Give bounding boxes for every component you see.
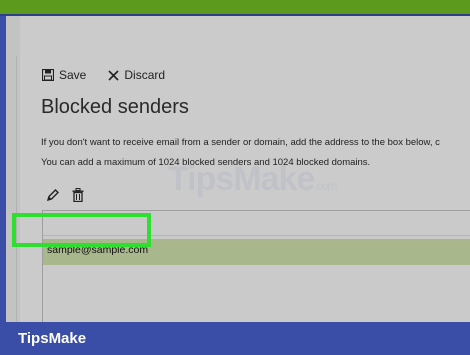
save-label: Save [59,68,87,82]
watermark-logo: TipsMake.com [168,160,337,199]
highlight-annotation [12,213,151,247]
page-title: Blocked senders [41,96,189,118]
save-icon [42,69,59,81]
settings-panel: Save Discard Blocked senders If you don'… [6,16,470,322]
discard-button[interactable]: Discard [108,68,165,82]
pencil-icon[interactable] [46,188,60,202]
footer-bar: TipsMake [0,322,470,355]
rail-divider [16,56,17,322]
discard-label: Discard [124,68,166,82]
left-rail [6,16,20,322]
close-icon [108,69,124,81]
top-accent-bar [0,0,470,14]
toolbar: Save Discard [42,65,165,85]
description-text: If you don't want to receive email from … [41,137,440,148]
watermark-logo-suffix: .com [314,179,337,193]
watermark-logo-main: TipsMake [168,160,315,198]
content-area: Save Discard Blocked senders If you don'… [20,16,470,322]
trash-icon[interactable] [72,188,84,202]
save-button[interactable]: Save [42,68,86,82]
footer-brand: TipsMake [18,330,87,347]
list-actions [46,188,96,202]
